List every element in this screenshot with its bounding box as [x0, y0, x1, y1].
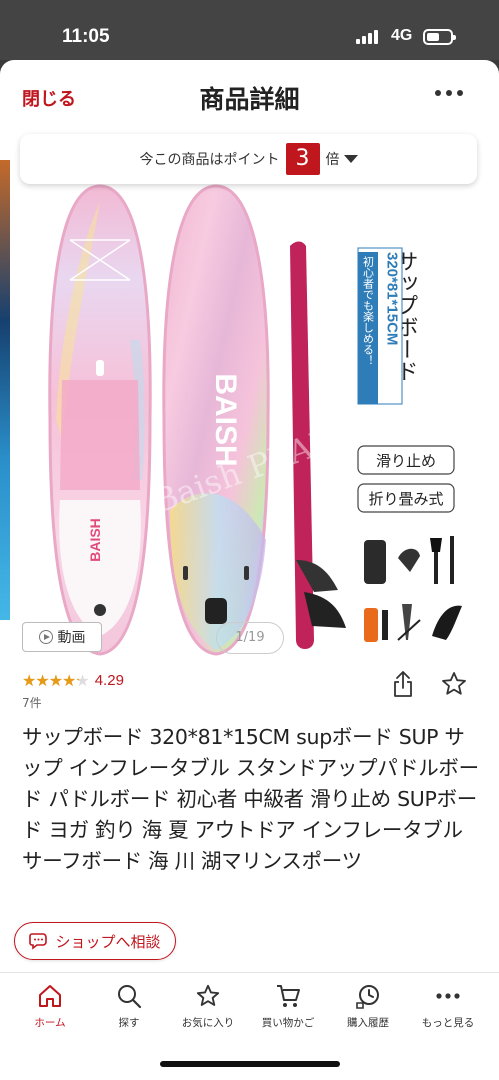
tab-home-label: ホーム [34, 1017, 66, 1029]
svg-text:BAISH: BAISH [87, 518, 103, 562]
points-prefix: 今この商品はポイント [139, 152, 280, 168]
rating-value: 4.29 [94, 671, 124, 689]
tab-cart-label: 買い物かご [261, 1017, 315, 1029]
shop-consult-button[interactable]: ショップへ相談 [14, 922, 176, 960]
play-icon [38, 630, 53, 644]
tab-favorites-label: お気に入り [181, 1017, 235, 1029]
points-multiplier: 3 [285, 143, 320, 175]
star-icon [196, 984, 220, 1006]
shop-consult-label: ショップへ相談 [55, 932, 161, 951]
status-time: 11:05 [62, 26, 110, 47]
points-suffix: 倍 [325, 152, 340, 168]
image-page-indicator: 1/19 [216, 622, 284, 654]
review-count[interactable]: 7件 [22, 694, 42, 711]
feature-text-1: 滑り止め [376, 452, 436, 470]
tab-home[interactable]: ホーム [10, 983, 90, 1030]
accessories-illustration [364, 536, 462, 642]
tab-search-label: 探す [118, 1017, 140, 1029]
favorite-star-icon[interactable] [440, 670, 468, 698]
history-icon [356, 985, 379, 1009]
status-bar: 11:05 4G [0, 0, 499, 60]
home-icon [39, 985, 61, 1007]
tab-history-label: 購入履歴 [347, 1017, 389, 1029]
video-label: 動画 [57, 630, 86, 646]
tab-more[interactable]: もっと見る [408, 983, 488, 1030]
battery-icon [423, 29, 456, 45]
home-indicator [160, 1061, 340, 1067]
tab-history[interactable]: 購入履歴 [328, 983, 408, 1030]
product-title: サップボード 320*81*15CM supボード SUP サップ インフレータ… [22, 725, 479, 873]
tab-favorites[interactable]: お気に入り [168, 983, 248, 1030]
bottom-tab-bar: ホーム 探す お気に入り 買い物かご 購入履歴 もっと見る [0, 972, 499, 1080]
share-icon[interactable] [392, 670, 414, 698]
caret-down-icon [343, 155, 358, 163]
chat-icon [29, 933, 48, 950]
more-icon [436, 993, 460, 999]
header: 閉じる 商品詳細 [0, 60, 499, 132]
rating-row[interactable]: ★★★★★ ★★★★★ 4.29 [22, 670, 124, 690]
cart-icon [277, 985, 300, 1007]
tab-more-label: もっと見る [421, 1017, 475, 1029]
rating-stars: ★★★★★ ★★★★★ [22, 670, 90, 690]
feature-text-2: 折り畳み式 [368, 490, 443, 508]
spec-tag-text: 320*81*15CM [384, 252, 401, 345]
network-type: 4G [391, 27, 413, 44]
product-detail-sheet: 閉じる 商品詳細 BAISH BAISH サップボード 320*81*15CM … [0, 60, 499, 1080]
rating-stars-filled: ★★★★★ [22, 670, 79, 690]
search-icon [118, 985, 142, 1009]
board-bottom-view: BAISH [162, 184, 270, 656]
spec-sub-text: 初心者でも楽しめる！ [362, 255, 375, 366]
video-button[interactable]: 動画 [22, 622, 102, 652]
board-top-view: BAISH [48, 184, 152, 656]
tab-search[interactable]: 探す [89, 983, 169, 1030]
points-banner[interactable]: 今この商品はポイント 3 倍 [20, 134, 477, 184]
signal-icon [356, 30, 382, 44]
more-options-icon[interactable] [435, 90, 463, 98]
page-title: 商品詳細 [199, 85, 300, 114]
product-image[interactable]: BAISH BAISH サップボード 320*81*15CM 初心者でも楽しめる… [0, 180, 499, 660]
tab-cart[interactable]: 買い物かご [248, 983, 328, 1030]
